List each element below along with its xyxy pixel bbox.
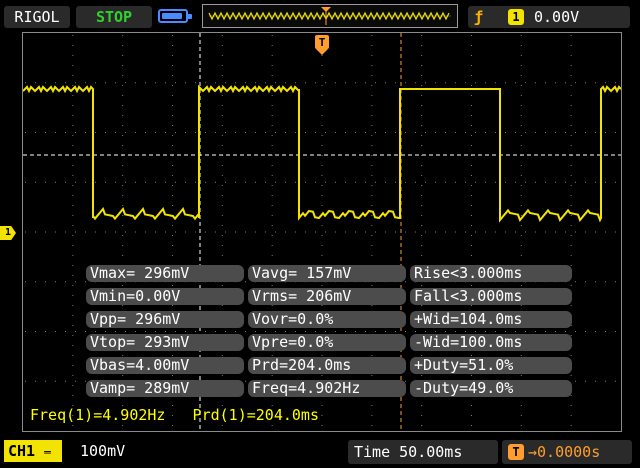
trigger-offset-icon: T <box>508 444 524 460</box>
measurement-cell: +Duty=51.0% <box>410 357 572 374</box>
measurement-cell: Vamp= 289mV <box>86 380 244 397</box>
measurement-cell: -Wid=100.0ms <box>410 334 572 351</box>
measurement-cell: +Wid=104.0ms <box>410 311 572 328</box>
measurement-cell: Vpp= 296mV <box>86 311 244 328</box>
measurement-cell: Freq=4.902Hz <box>248 380 406 397</box>
measurement-cell: Vrms= 206mV <box>248 288 406 305</box>
measurement-cell: Vtop= 293mV <box>86 334 244 351</box>
measurement-row: Vmin=0.00V Vrms= 206mV Fall<3.000ms <box>86 288 576 307</box>
memory-depth-bar[interactable] <box>202 4 458 28</box>
memory-waveform-preview <box>208 7 451 25</box>
ch1-trace <box>22 84 622 223</box>
ch1-vertical-scale[interactable]: 100mV <box>80 440 160 462</box>
measurement-cell: Prd=204.0ms <box>248 357 406 374</box>
trigger-settings[interactable]: ƒ 1 0.00V <box>468 6 630 28</box>
measurement-cell: -Duty=49.0% <box>410 380 572 397</box>
trigger-marker-icon: T <box>315 35 329 55</box>
dc-coupling-icon: ═ <box>44 446 51 459</box>
trigger-offset-display[interactable]: T →0.0000s <box>502 440 632 464</box>
measurement-cell: Rise<3.000ms <box>410 265 572 282</box>
trigger-offset-value: →0.0000s <box>528 443 601 461</box>
measurement-cell: Fall<3.000ms <box>410 288 572 305</box>
measurement-cell: Vavg= 157mV <box>248 265 406 282</box>
svg-text:T: T <box>319 36 326 49</box>
run-stop-status[interactable]: STOP <box>76 6 152 28</box>
battery-icon <box>158 9 192 23</box>
measurement-cell: Vbas=4.00mV <box>86 357 244 374</box>
measurement-row: Vpp= 296mV Vovr=0.0% +Wid=104.0ms <box>86 311 576 330</box>
measurement-cell: Vmax= 296mV <box>86 265 244 282</box>
trigger-level-value: 0.00V <box>534 8 580 26</box>
ch1-channel-tag[interactable]: CH1 ═ <box>4 440 62 462</box>
ch1-ground-marker[interactable]: 1 <box>0 226 16 240</box>
ch1-label: CH1 <box>8 442 36 460</box>
measurement-row: Vamp= 289mV Freq=4.902Hz -Duty=49.0% <box>86 380 576 399</box>
brand-logo: RIGOL <box>4 6 70 28</box>
measurement-row: Vmax= 296mV Vavg= 157mV Rise<3.000ms <box>86 265 576 284</box>
trigger-source-badge: 1 <box>508 9 524 25</box>
rising-edge-icon: ƒ <box>474 8 484 26</box>
cursor-readout: Freq(1)=4.902Hz Prd(1)=204.0ms <box>30 406 319 424</box>
measurement-cell: Vmin=0.00V <box>86 288 244 305</box>
timebase-display[interactable]: Time 50.00ms <box>348 440 498 464</box>
measurement-cell: Vovr=0.0% <box>248 311 406 328</box>
measurement-row: Vtop= 293mV Vpre=0.0% -Wid=100.0ms <box>86 334 576 353</box>
measurement-row: Vbas=4.00mV Prd=204.0ms +Duty=51.0% <box>86 357 576 376</box>
measurement-cell: Vpre=0.0% <box>248 334 406 351</box>
